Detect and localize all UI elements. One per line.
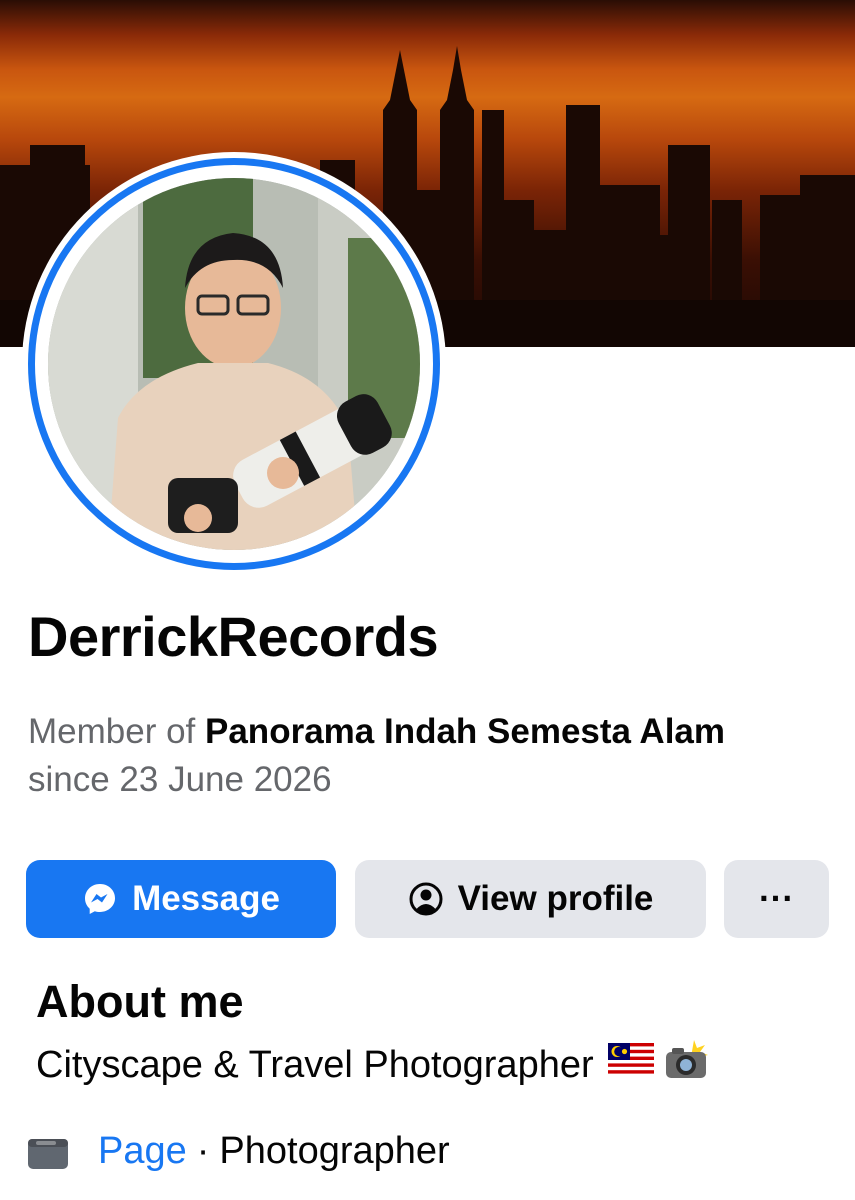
page-link[interactable]: Page [98,1130,187,1173]
more-icon: ··· [759,879,794,918]
about-title: About me [36,976,244,1027]
more-options-button[interactable]: ··· [724,860,829,938]
profile-picture[interactable] [22,152,446,576]
avatar [48,178,420,550]
malaysia-flag-icon [607,1043,654,1087]
page-icon [28,1136,68,1169]
membership-info: Member of Panorama Indah Semesta Alam sin… [28,708,828,804]
member-since: since 23 June 2026 [28,760,332,799]
view-profile-button-label: View profile [457,879,654,918]
page-info: Page · Photographer [28,1130,450,1173]
member-prefix: Member of [28,712,205,751]
avatar-image [48,178,420,550]
message-button-label: Message [132,879,280,918]
page-separator: · [196,1130,210,1172]
messenger-icon [82,881,118,917]
page-category: Photographer [219,1130,450,1172]
profile-name: DerrickRecords [28,605,439,668]
person-circle-icon [408,881,444,917]
about-text: Cityscape & Travel Photographer [36,1040,712,1090]
message-button[interactable]: Message [26,860,336,938]
camera-flash-icon [664,1040,712,1090]
view-profile-button[interactable]: View profile [355,860,706,938]
about-description: Cityscape & Travel Photographer [36,1043,594,1086]
group-name-link[interactable]: Panorama Indah Semesta Alam [205,712,725,751]
